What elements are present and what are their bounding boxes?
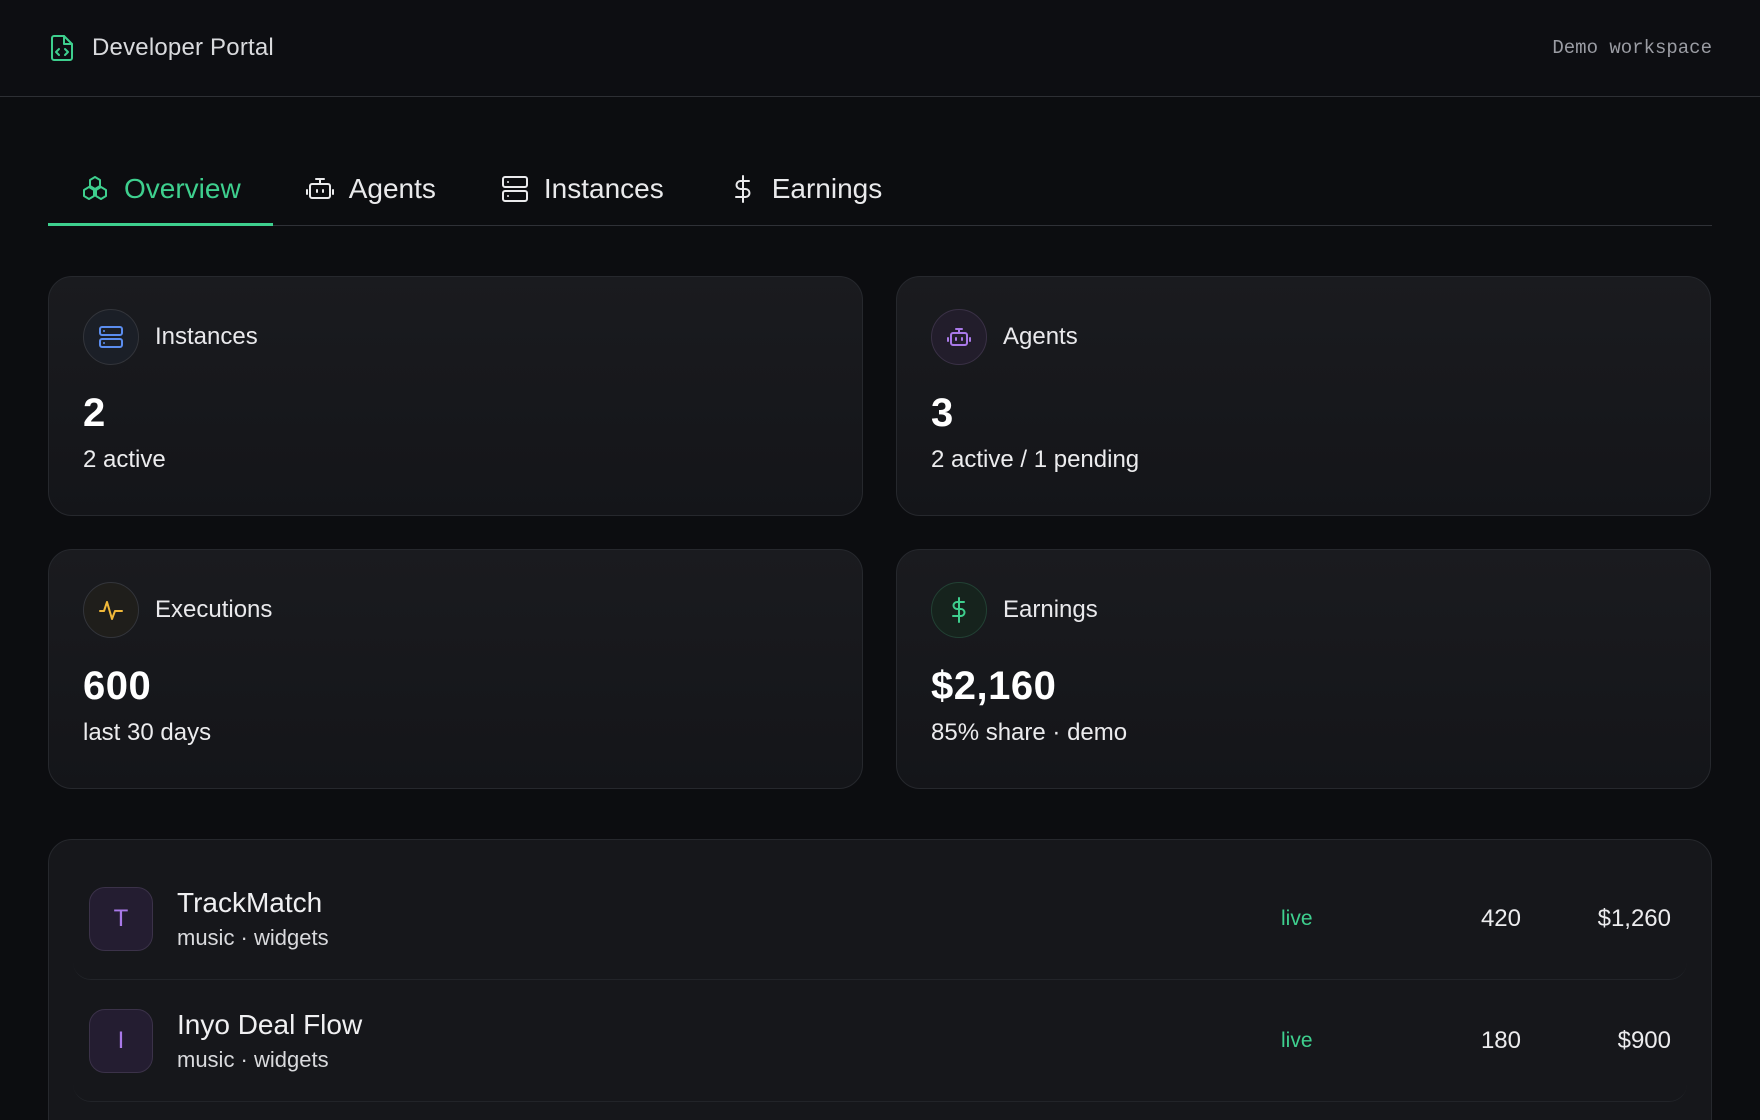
list-item[interactable]: I Inyo Deal Flow music · widgets live 18… bbox=[73, 980, 1687, 1102]
agent-name: Inyo Deal Flow bbox=[177, 1008, 363, 1040]
cubes-icon bbox=[80, 174, 110, 204]
top-header: Developer Portal Demo workspace bbox=[0, 0, 1760, 97]
card-subtitle: 85% share · demo bbox=[931, 719, 1128, 746]
tab-overview[interactable]: Overview bbox=[48, 153, 273, 226]
robot-icon bbox=[305, 174, 335, 204]
card-subtitle: 2 active bbox=[83, 446, 166, 473]
brand[interactable]: Developer Portal bbox=[48, 34, 274, 62]
card-label: Earnings bbox=[1003, 596, 1098, 623]
agents-list: T TrackMatch music · widgets live 420 $1… bbox=[48, 839, 1712, 1120]
earnings-card[interactable]: Earnings $2,160 85% share · demo bbox=[896, 549, 1711, 789]
agents-card[interactable]: Agents 3 2 active / 1 pending bbox=[896, 276, 1711, 516]
executions-count: 420 bbox=[1480, 904, 1521, 932]
avatar: I bbox=[89, 1008, 153, 1073]
dollar-icon bbox=[728, 174, 758, 204]
list-item[interactable]: T TrackMatch music · widgets live 420 $1… bbox=[73, 858, 1687, 980]
tab-agents[interactable]: Agents bbox=[273, 153, 468, 225]
executions-card[interactable]: Executions 600 last 30 days bbox=[48, 549, 863, 789]
file-code-icon bbox=[48, 34, 76, 62]
card-subtitle: last 30 days bbox=[83, 719, 212, 746]
agent-name: TrackMatch bbox=[177, 886, 323, 918]
agent-tags: music · widgets bbox=[177, 1046, 329, 1072]
instances-card[interactable]: Instances 2 2 active bbox=[48, 276, 863, 516]
card-label: Executions bbox=[155, 596, 273, 623]
executions-count: 180 bbox=[1480, 1026, 1521, 1054]
robot-icon bbox=[931, 309, 987, 365]
card-value: 2 bbox=[83, 391, 106, 435]
tab-label: Overview bbox=[124, 173, 241, 204]
card-value: 3 bbox=[931, 391, 954, 435]
server-icon bbox=[83, 309, 139, 365]
card-value: 600 bbox=[83, 664, 152, 708]
agent-tags: music · widgets bbox=[177, 924, 329, 950]
tab-label: Instances bbox=[543, 173, 664, 204]
status-badge: live bbox=[1281, 906, 1313, 930]
card-value: $2,160 bbox=[931, 664, 1057, 708]
activity-icon bbox=[83, 582, 139, 638]
server-icon bbox=[500, 174, 530, 204]
avatar: T bbox=[89, 886, 153, 951]
tab-label: Earnings bbox=[771, 173, 883, 204]
tab-label: Agents bbox=[348, 173, 436, 204]
tab-earnings[interactable]: Earnings bbox=[696, 153, 915, 225]
status-badge: live bbox=[1281, 1028, 1313, 1052]
tab-bar: Overview Agents Instances Earnings bbox=[48, 153, 1712, 226]
card-subtitle: 2 active / 1 pending bbox=[931, 446, 1140, 473]
app-title: Developer Portal bbox=[92, 34, 274, 61]
dollar-icon bbox=[931, 582, 987, 638]
card-label: Instances bbox=[155, 323, 258, 350]
card-label: Agents bbox=[1003, 323, 1078, 350]
earnings-amount: $900 bbox=[1617, 1026, 1671, 1054]
tab-instances[interactable]: Instances bbox=[468, 153, 696, 225]
stats-grid: Instances 2 2 active Agents 3 2 active /… bbox=[48, 276, 1712, 789]
workspace-label[interactable]: Demo workspace bbox=[1552, 37, 1712, 59]
earnings-amount: $1,260 bbox=[1597, 904, 1671, 932]
